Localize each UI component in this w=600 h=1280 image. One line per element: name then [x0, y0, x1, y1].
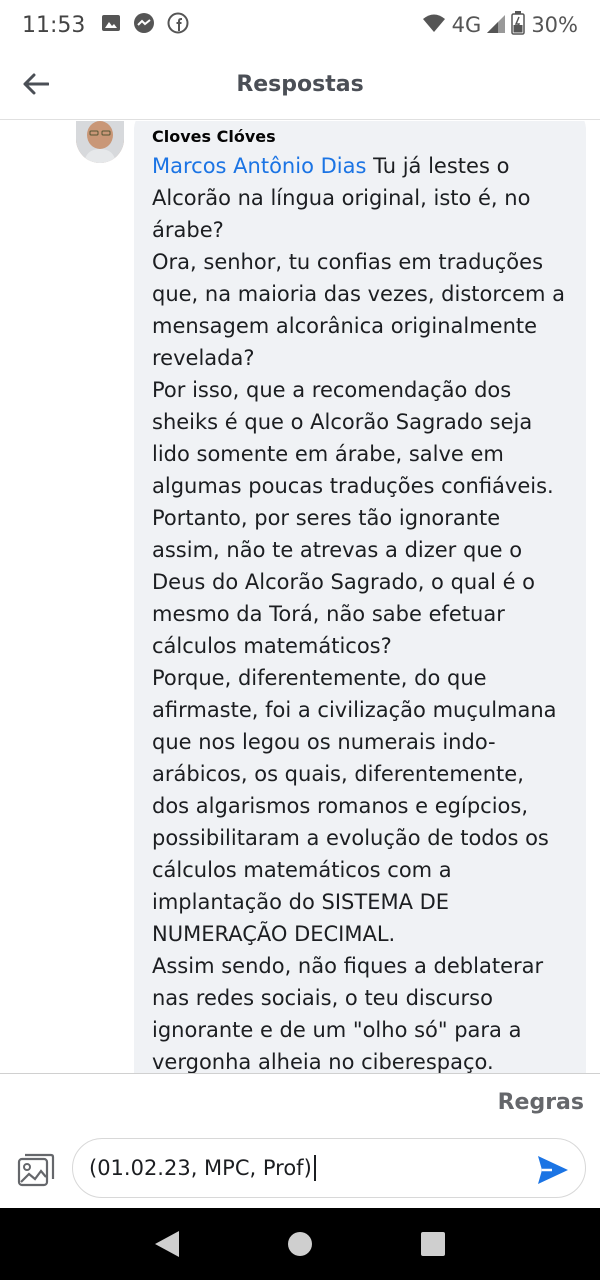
nav-recents-icon [421, 1232, 446, 1256]
replies-list[interactable]: Cloves Clóves Marcos Antônio Dias Tu já … [0, 121, 600, 1073]
messenger-icon [133, 12, 155, 38]
system-nav-bar [0, 1208, 600, 1280]
back-arrow-icon [23, 73, 49, 95]
mention-link[interactable]: Marcos Antônio Dias [152, 154, 366, 178]
image-icon [101, 13, 121, 37]
status-time: 11:53 [22, 12, 86, 38]
comment-body: Marcos Antônio Dias Tu já lestes o Alcor… [152, 150, 566, 1073]
photo-icon [17, 1153, 55, 1187]
composer-area: Regras (01.02.23, MPC, Prof) [0, 1073, 600, 1208]
comment-paragraph: Ora, senhor, tu confias em traduções que… [152, 250, 566, 370]
nav-back-button[interactable] [142, 1219, 192, 1269]
status-right: 4G 30% [422, 10, 578, 40]
nav-home-button[interactable] [275, 1219, 325, 1269]
send-button[interactable] [535, 1152, 571, 1188]
reply-input-text[interactable]: (01.02.23, MPC, Prof) [89, 1156, 312, 1180]
notification-icons [101, 12, 189, 38]
back-button[interactable] [18, 66, 54, 102]
comment-first-paragraph: Marcos Antônio Dias Tu já lestes o Alcor… [152, 150, 566, 246]
send-icon [538, 1156, 568, 1184]
page-title: Respostas [236, 72, 364, 97]
rules-link[interactable]: Regras [498, 1090, 584, 1115]
comment-bubble[interactable]: Cloves Clóves Marcos Antônio Dias Tu já … [134, 121, 586, 1073]
nav-home-icon [287, 1232, 312, 1256]
comment-paragraph: Portanto, por seres tão ignorante assim,… [152, 506, 536, 658]
reply-input[interactable]: (01.02.23, MPC, Prof) [72, 1138, 586, 1198]
status-bar: 11:53 4G 30% [0, 0, 600, 50]
nav-back-icon [154, 1231, 179, 1257]
battery-icon [511, 10, 526, 40]
signal-icon [487, 13, 506, 38]
comment-paragraph: Assim sendo, não fiques a deblaterar nas… [152, 954, 544, 1073]
comment-author[interactable]: Cloves Clóves [152, 127, 566, 146]
add-photo-button[interactable] [16, 1150, 56, 1190]
network-type: 4G [451, 13, 482, 37]
wifi-icon [422, 13, 446, 38]
nav-recents-button[interactable] [408, 1219, 458, 1269]
text-caret [313, 1155, 316, 1181]
facebook-icon [167, 12, 189, 38]
comment-paragraph: Porque, diferentemente, do que afirmaste… [152, 666, 557, 946]
avatar[interactable] [76, 121, 124, 163]
app-header: Respostas [0, 50, 600, 120]
comment-paragraph: Por isso, que a recomendação dos sheiks … [152, 378, 554, 498]
battery-percent: 30% [531, 13, 578, 37]
